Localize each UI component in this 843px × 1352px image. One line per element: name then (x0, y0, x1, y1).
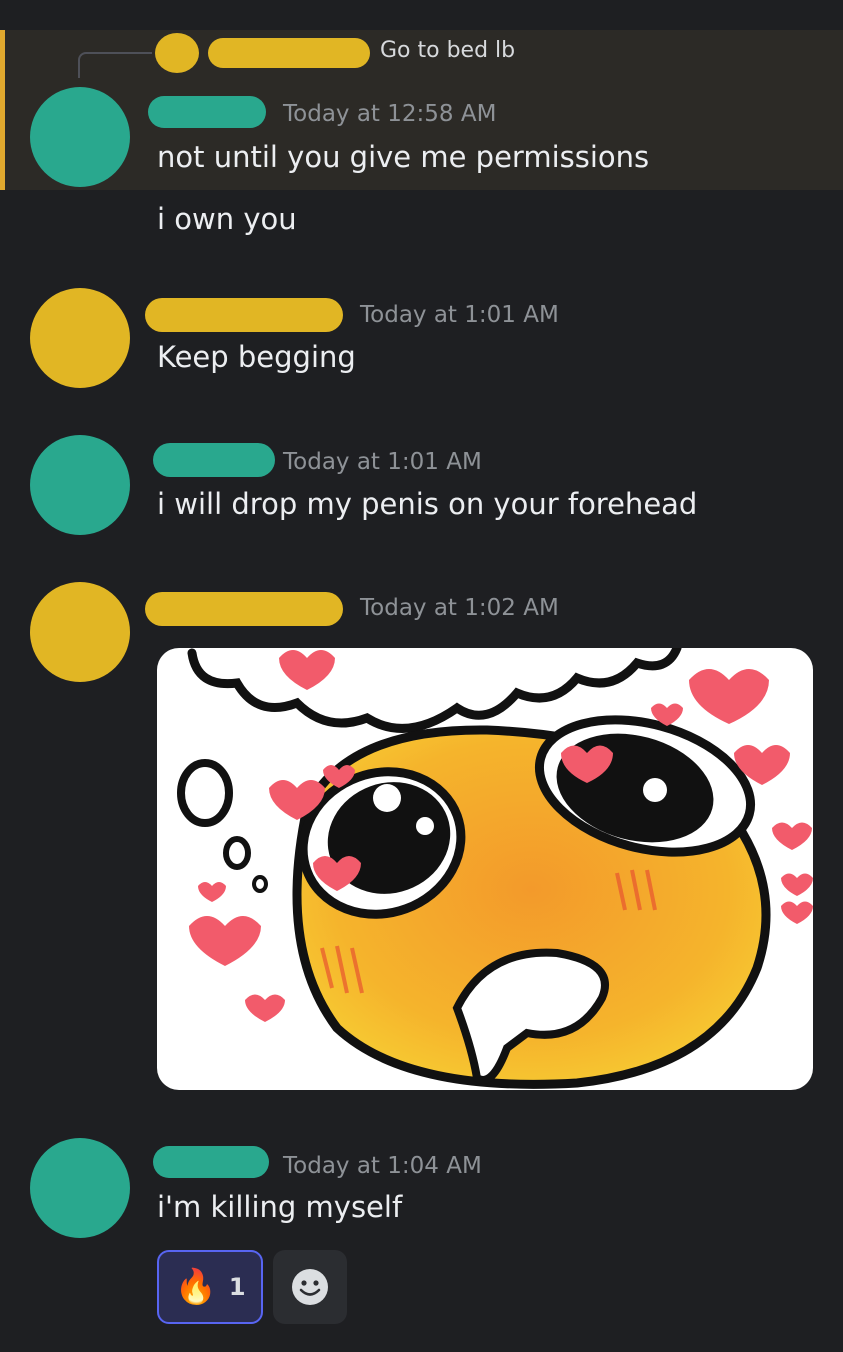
message-timestamp: Today at 1:04 AM (283, 1153, 482, 1179)
reaction-count: 1 (228, 1273, 246, 1301)
message-text: i will drop my penis on your forehead (157, 487, 698, 521)
avatar[interactable] (30, 87, 130, 187)
username-redacted[interactable] (153, 443, 275, 477)
message-timestamp: Today at 1:01 AM (360, 302, 559, 328)
username-redacted[interactable] (145, 592, 343, 626)
message-text: i'm killing myself (157, 1190, 403, 1224)
message-timestamp: Today at 1:02 AM (360, 595, 559, 621)
username-redacted[interactable] (153, 1146, 269, 1178)
pleading-face-hearts-icon (177, 648, 813, 1089)
fire-reaction[interactable]: 🔥 1 (157, 1250, 263, 1324)
message-text: Keep begging (157, 340, 356, 374)
mention-bar (0, 30, 5, 190)
avatar[interactable] (30, 435, 130, 535)
reply-username-redacted[interactable] (208, 38, 370, 68)
message-timestamp: Today at 12:58 AM (283, 101, 497, 127)
reply-avatar[interactable] (155, 33, 199, 73)
image-attachment[interactable] (157, 648, 813, 1090)
avatar[interactable] (30, 1138, 130, 1238)
username-redacted[interactable] (148, 96, 266, 128)
message-text: not until you give me permissions (157, 140, 650, 174)
add-reaction-button[interactable] (273, 1250, 347, 1324)
fire-icon: 🔥 (174, 1267, 217, 1307)
message-text: i own you (157, 202, 297, 236)
message-timestamp: Today at 1:01 AM (283, 449, 482, 475)
reply-preview-text[interactable]: Go to bed lb (380, 38, 515, 63)
username-redacted[interactable] (145, 298, 343, 332)
avatar[interactable] (30, 582, 130, 682)
smiley-icon (292, 1269, 328, 1305)
reply-connector (78, 52, 152, 78)
avatar[interactable] (30, 288, 130, 388)
